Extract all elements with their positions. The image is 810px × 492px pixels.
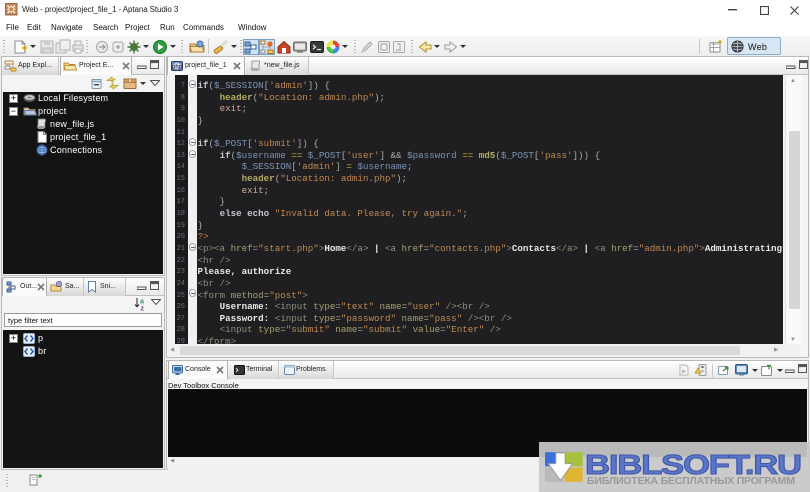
svg-text:a: a xyxy=(140,299,144,306)
svg-text:@: @ xyxy=(57,282,62,287)
svg-text:php: php xyxy=(172,64,183,70)
svg-text:z: z xyxy=(141,306,145,312)
